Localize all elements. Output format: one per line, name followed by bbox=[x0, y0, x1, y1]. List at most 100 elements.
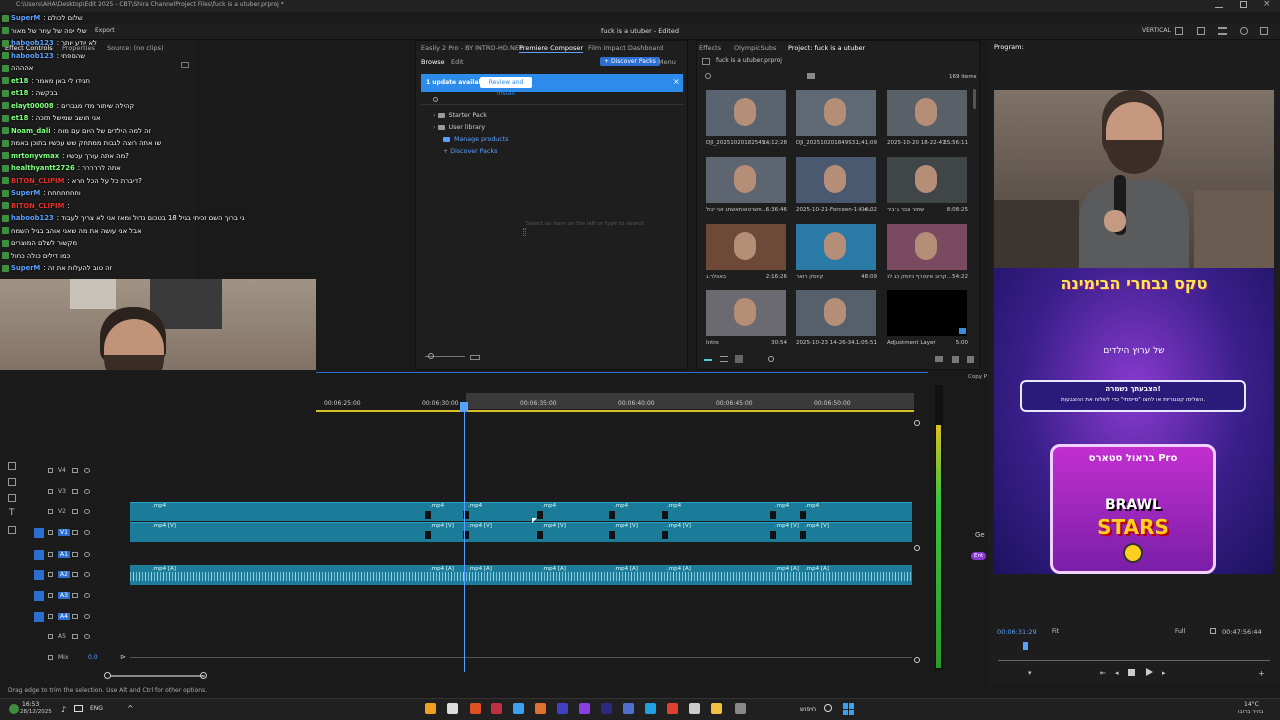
chat-username[interactable]: et18 bbox=[11, 89, 28, 97]
chat-username[interactable]: Noam_dali bbox=[11, 127, 51, 135]
sync-lock-icon[interactable] bbox=[72, 468, 78, 473]
new-item-icon[interactable] bbox=[952, 356, 959, 363]
clock-time[interactable]: 16:53 bbox=[22, 701, 39, 708]
brave-icon[interactable] bbox=[667, 703, 678, 714]
marker-icon[interactable]: ▾ bbox=[1028, 669, 1032, 677]
tray-expand-icon[interactable]: ^ bbox=[127, 704, 134, 713]
new-bin-icon[interactable] bbox=[935, 356, 943, 362]
tree-user-library[interactable]: › User library bbox=[433, 124, 485, 131]
discord-icon[interactable] bbox=[623, 703, 634, 714]
step-back-icon[interactable]: ◂ bbox=[1115, 669, 1119, 677]
track-label[interactable]: V1 bbox=[58, 529, 70, 536]
zoom-handle-right[interactable] bbox=[200, 672, 207, 679]
step-forward-icon[interactable]: ▸ bbox=[1162, 669, 1166, 677]
tree-manage-products[interactable]: Manage products bbox=[433, 136, 509, 143]
lock-track-icon[interactable] bbox=[48, 489, 53, 494]
tab-premiere-composer[interactable]: Premiere Composer bbox=[519, 44, 584, 53]
work-area-bar[interactable] bbox=[316, 410, 914, 412]
tab-easily[interactable]: Easily 2 Pro - BY INTRO-HD.NET bbox=[421, 44, 523, 52]
zoom-handle-left[interactable] bbox=[104, 672, 111, 679]
mute-icon[interactable] bbox=[72, 572, 78, 577]
subtab-edit[interactable]: Edit bbox=[451, 58, 464, 66]
tree-discover-packs[interactable]: + Discover Packs bbox=[433, 148, 497, 155]
mute-icon[interactable] bbox=[72, 552, 78, 557]
tree-starter-pack[interactable]: › Starter Pack bbox=[433, 112, 487, 119]
weather-temp[interactable]: 14°C bbox=[1244, 701, 1259, 708]
mute-icon[interactable] bbox=[72, 614, 78, 619]
chat-username[interactable]: healthyantt2726 bbox=[11, 164, 75, 172]
tab-film-impact[interactable]: Film Impact Dashboard bbox=[588, 44, 663, 52]
lock-track-icon[interactable] bbox=[48, 614, 53, 619]
source-patch-toggle[interactable] bbox=[34, 528, 44, 538]
eye-icon[interactable] bbox=[84, 530, 90, 535]
ae-icon[interactable] bbox=[557, 703, 568, 714]
wifi-icon[interactable] bbox=[74, 705, 83, 712]
git-icon[interactable] bbox=[470, 703, 481, 714]
mix-value[interactable]: 0.0 bbox=[88, 654, 98, 661]
horizontal-zoom-bar[interactable] bbox=[110, 675, 205, 677]
discover-packs-button[interactable]: + Discover Packs bbox=[600, 57, 660, 66]
project-item-thumbnail[interactable] bbox=[796, 90, 876, 136]
solo-icon[interactable] bbox=[84, 593, 90, 598]
chat-username[interactable]: elayt00008 bbox=[11, 102, 54, 110]
close-icon[interactable]: × bbox=[1263, 0, 1271, 9]
ps-icon[interactable] bbox=[579, 703, 590, 714]
chat-username[interactable]: et18 bbox=[11, 77, 28, 85]
razor-tool-icon[interactable] bbox=[8, 526, 16, 534]
solo-icon[interactable] bbox=[84, 634, 90, 639]
program-scrubber[interactable] bbox=[998, 660, 1270, 661]
track-label[interactable]: V4 bbox=[58, 467, 66, 474]
thumb-size-slider[interactable] bbox=[768, 356, 774, 362]
chat-username[interactable]: BITON_CLIPIM bbox=[11, 177, 64, 185]
sync-lock-icon[interactable] bbox=[72, 489, 78, 494]
playhead[interactable] bbox=[464, 402, 465, 672]
play-icon[interactable] bbox=[1146, 668, 1153, 676]
obs-icon[interactable] bbox=[447, 703, 458, 714]
store-icon[interactable] bbox=[689, 703, 700, 714]
transition-marker[interactable] bbox=[662, 531, 668, 539]
chat-username[interactable]: et18 bbox=[11, 114, 28, 122]
project-item-thumbnail[interactable] bbox=[887, 90, 967, 136]
scroll-handle-top[interactable] bbox=[914, 420, 920, 426]
sync-lock-icon[interactable] bbox=[72, 509, 78, 514]
windows-start-icon[interactable] bbox=[843, 703, 855, 715]
solo-icon[interactable] bbox=[84, 614, 90, 619]
new-bin-icon[interactable] bbox=[807, 73, 815, 79]
chat-username[interactable]: SuperM bbox=[11, 189, 40, 197]
lock-track-icon[interactable] bbox=[48, 530, 53, 535]
quality-dropdown[interactable]: Full bbox=[1175, 628, 1185, 635]
eye-icon[interactable] bbox=[84, 468, 90, 473]
taskbar-search-label[interactable]: חיפוש bbox=[800, 705, 816, 713]
close-banner-icon[interactable]: × bbox=[673, 77, 680, 86]
scroll-handle-mid[interactable] bbox=[914, 545, 920, 551]
minimize-icon[interactable] bbox=[1215, 1, 1223, 8]
transition-marker[interactable] bbox=[537, 531, 543, 539]
project-item-thumbnail[interactable] bbox=[706, 290, 786, 336]
mute-icon[interactable] bbox=[72, 634, 78, 639]
menu-icon[interactable] bbox=[1218, 27, 1227, 35]
project-item-thumbnail[interactable] bbox=[796, 290, 876, 336]
track-label[interactable]: A1 bbox=[58, 551, 70, 558]
zoom-handle[interactable] bbox=[428, 353, 434, 359]
subtab-browse[interactable]: Browse bbox=[421, 58, 445, 66]
workspace-icon[interactable] bbox=[1175, 27, 1183, 35]
source-patch-toggle[interactable] bbox=[34, 550, 44, 560]
chat-username[interactable]: haboob123 bbox=[11, 39, 54, 47]
view-toggle-icon[interactable] bbox=[470, 355, 480, 360]
track-label[interactable]: Mix bbox=[58, 654, 68, 661]
grid-view-icon[interactable] bbox=[735, 355, 743, 363]
explorer-icon[interactable] bbox=[711, 703, 722, 714]
lock-track-icon[interactable] bbox=[48, 634, 53, 639]
chat-username[interactable]: haboob123 bbox=[11, 214, 54, 222]
maximize-icon[interactable] bbox=[1240, 1, 1247, 8]
transition-marker[interactable] bbox=[609, 511, 615, 519]
project-item-thumbnail[interactable] bbox=[887, 224, 967, 270]
playhead-handle[interactable] bbox=[460, 402, 468, 412]
lock-track-icon[interactable] bbox=[48, 509, 53, 514]
lock-track-icon[interactable] bbox=[48, 593, 53, 598]
add-button-icon[interactable]: + bbox=[1258, 669, 1265, 678]
transition-marker[interactable] bbox=[609, 531, 615, 539]
fullscreen-icon[interactable] bbox=[1260, 27, 1268, 35]
transition-marker[interactable] bbox=[537, 511, 543, 519]
track-select-icon[interactable] bbox=[8, 478, 16, 486]
